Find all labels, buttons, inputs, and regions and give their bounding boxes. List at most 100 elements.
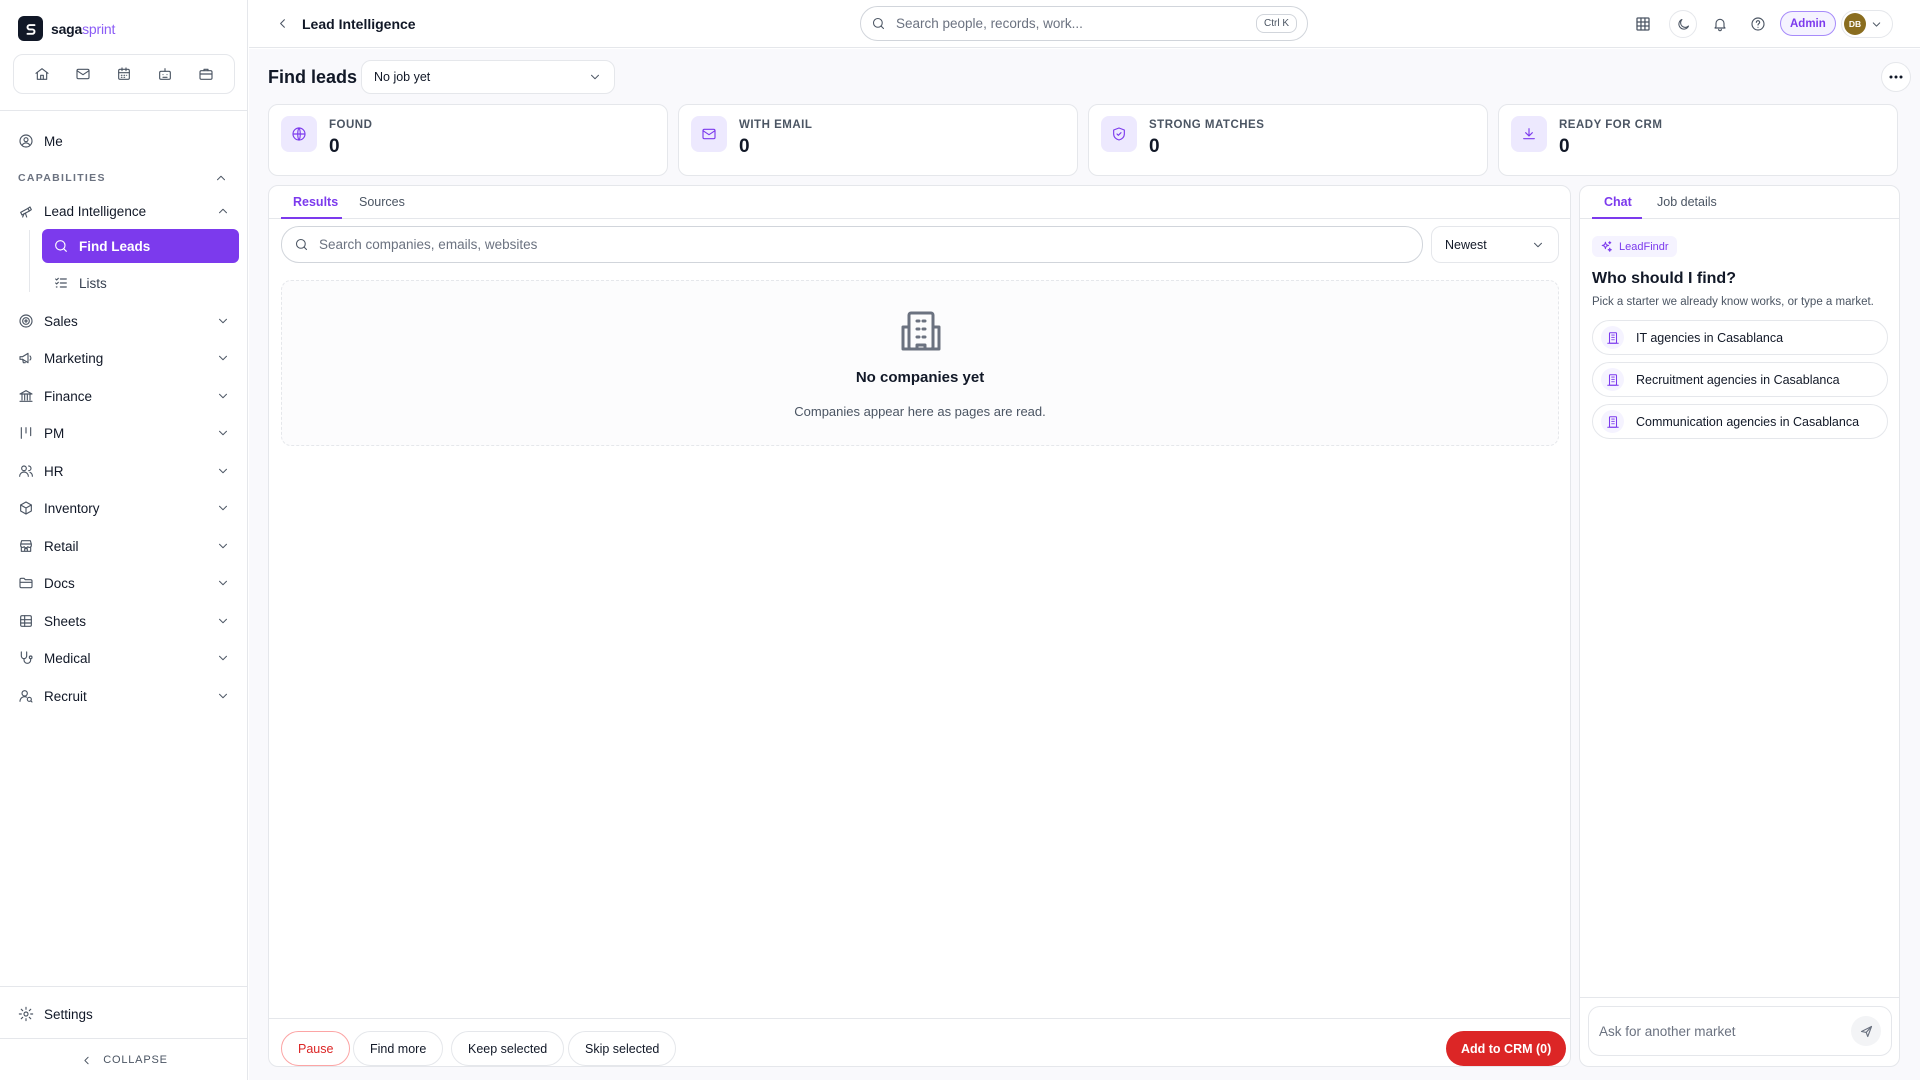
- building-icon: [1601, 326, 1624, 349]
- results-search-input[interactable]: [319, 237, 1410, 252]
- stat-card-found: FOUND 0: [268, 104, 668, 176]
- chevron-up-icon[interactable]: [214, 171, 228, 185]
- help-icon[interactable]: [1748, 14, 1768, 34]
- telescope-icon: [20, 206, 32, 218]
- assistant-name: LeadFindr: [1619, 240, 1669, 253]
- skip-selected-button[interactable]: Skip selected: [568, 1031, 677, 1066]
- sidebar-item-hr[interactable]: HR: [18, 456, 230, 486]
- stat-label: READY FOR CRM: [1559, 119, 1663, 131]
- sidebar-item-medical[interactable]: Medical: [18, 643, 230, 673]
- box-icon: [20, 501, 32, 515]
- sidebar-item-sheets[interactable]: Sheets: [18, 606, 230, 636]
- sidebar-subitem-lists[interactable]: Lists: [42, 266, 239, 300]
- sidebar-item-label: PM: [44, 425, 65, 441]
- chat-panel: Chat Job details LeadFindr Who should I …: [1579, 185, 1900, 1067]
- collapse-button[interactable]: COLLAPSE: [0, 1040, 248, 1080]
- sidebar-subitem-find-leads[interactable]: Find Leads: [42, 229, 239, 263]
- starter-chip[interactable]: Communication agencies in Casablanca: [1592, 404, 1888, 439]
- keep-selected-button[interactable]: Keep selected: [451, 1031, 565, 1066]
- tab-job-details[interactable]: Job details: [1657, 195, 1717, 209]
- chevron-down-icon: [219, 618, 227, 624]
- more-options-button[interactable]: [1881, 62, 1911, 92]
- shield-check-icon: [1101, 116, 1137, 152]
- starter-label: IT agencies in Casablanca: [1636, 330, 1784, 345]
- starter-chip[interactable]: IT agencies in Casablanca: [1592, 320, 1888, 355]
- apps-grid-icon[interactable]: [1633, 14, 1653, 34]
- add-to-crm-button[interactable]: Add to CRM (0): [1446, 1031, 1567, 1066]
- find-more-button[interactable]: Find more: [353, 1031, 444, 1066]
- global-search-input[interactable]: [896, 16, 1246, 31]
- home-icon[interactable]: [28, 60, 56, 88]
- sidebar-item-label: HR: [44, 463, 64, 479]
- starter-chip[interactable]: Recruitment agencies in Casablanca: [1592, 362, 1888, 397]
- chevron-down-icon: [219, 430, 227, 436]
- sidebar-divider: [0, 110, 248, 111]
- sidebar-item-marketing[interactable]: Marketing: [18, 343, 230, 373]
- back-chevron-icon[interactable]: [275, 16, 290, 31]
- subnav-line: [29, 230, 30, 292]
- theme-toggle-moon-icon[interactable]: [1669, 10, 1697, 38]
- stat-value: 0: [739, 136, 750, 157]
- send-button[interactable]: [1851, 1016, 1881, 1046]
- tab-results[interactable]: Results: [293, 195, 338, 209]
- sort-select[interactable]: Newest: [1431, 226, 1559, 263]
- stat-label: WITH EMAIL: [739, 119, 813, 131]
- assistant-badge: LeadFindr: [1592, 236, 1677, 257]
- starter-label: Recruitment agencies in Casablanca: [1636, 372, 1840, 387]
- calendar-icon[interactable]: [110, 60, 138, 88]
- sparkles-icon: [1601, 241, 1612, 252]
- results-search[interactable]: [281, 226, 1423, 263]
- sidebar-item-settings[interactable]: Settings: [18, 999, 230, 1029]
- starter-label: Communication agencies in Casablanca: [1636, 414, 1860, 429]
- user-menu[interactable]: DB: [1841, 10, 1893, 38]
- results-panel: Results Sources Newest No companies yet …: [268, 185, 1571, 1067]
- chevron-down-icon: [219, 355, 227, 361]
- pause-button[interactable]: Pause: [281, 1031, 351, 1066]
- briefcase-icon[interactable]: [192, 60, 220, 88]
- chevron-down-icon: [1534, 242, 1542, 247]
- sidebar-item-label: Settings: [44, 1006, 93, 1022]
- empty-state: No companies yet Companies appear here a…: [281, 280, 1559, 446]
- chevron-down-icon: [219, 543, 227, 549]
- sidebar-item-docs[interactable]: Docs: [18, 568, 230, 598]
- kanban-icon: [20, 427, 32, 439]
- megaphone-icon: [19, 352, 32, 364]
- tab-chat[interactable]: Chat: [1604, 195, 1632, 209]
- sidebar-item-lead-intelligence[interactable]: Lead Intelligence: [18, 196, 230, 226]
- sidebar-item-finance[interactable]: Finance: [18, 381, 230, 411]
- stethoscope-icon: [20, 651, 33, 664]
- chat-input[interactable]: [1599, 1023, 1851, 1039]
- chat-subtitle: Pick a starter we already know works, or…: [1592, 296, 1874, 308]
- sidebar-divider: [0, 1038, 248, 1039]
- sidebar-item-me[interactable]: Me: [18, 126, 230, 156]
- sidebar-item-label: Sheets: [44, 613, 87, 629]
- folder-icon: [19, 577, 33, 589]
- users-icon: [19, 465, 33, 477]
- chevron-down-icon: [219, 655, 227, 661]
- sidebar-item-retail[interactable]: Retail: [18, 531, 230, 561]
- brand-logo[interactable]: sagasprint: [18, 16, 115, 41]
- sidebar-item-inventory[interactable]: Inventory: [18, 493, 230, 523]
- gear-icon: [18, 1006, 34, 1022]
- sidebar-item-label: Sales: [44, 313, 78, 329]
- mail-icon[interactable]: [69, 60, 97, 88]
- send-icon: [1860, 1025, 1872, 1037]
- chat-tabs: Chat Job details: [1580, 186, 1899, 219]
- building-icon: [901, 311, 941, 351]
- chevron-down-icon: [219, 693, 227, 699]
- chevron-up-icon: [219, 208, 227, 214]
- robot-icon[interactable]: [151, 60, 179, 88]
- sidebar-item-sales[interactable]: Sales: [18, 306, 230, 336]
- admin-badge[interactable]: Admin: [1780, 11, 1836, 36]
- job-select[interactable]: No job yet: [361, 60, 615, 94]
- global-search[interactable]: Ctrl K: [860, 6, 1308, 41]
- search-icon: [295, 238, 308, 251]
- sidebar-item-label: Finance: [44, 388, 93, 404]
- sidebar-item-pm[interactable]: PM: [18, 418, 230, 448]
- sidebar-item-label: Recruit: [44, 688, 87, 704]
- stat-value: 0: [1149, 136, 1160, 157]
- tab-sources[interactable]: Sources: [359, 195, 405, 209]
- bell-icon[interactable]: [1710, 14, 1730, 34]
- chevron-down-icon: [1872, 21, 1881, 27]
- sidebar-item-recruit[interactable]: Recruit: [18, 681, 230, 711]
